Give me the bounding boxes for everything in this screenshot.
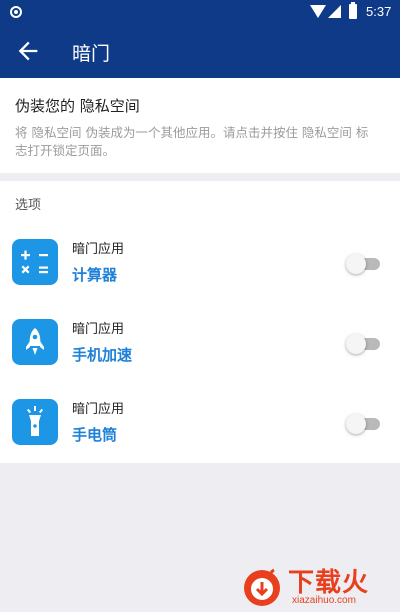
app-bar: 暗门	[0, 24, 400, 78]
option-row-booster[interactable]: 暗门应用 手机加速	[0, 309, 400, 381]
battery-icon	[349, 2, 357, 19]
calculator-icon	[12, 239, 58, 285]
notification-icon	[10, 6, 22, 18]
signal-icon	[328, 5, 341, 18]
flame-logo-icon	[244, 568, 280, 606]
arrow-left-icon	[18, 41, 38, 61]
page-title: 暗门	[72, 43, 111, 65]
watermark-url: xiazaihuo.com	[292, 595, 356, 606]
option-row-flashlight[interactable]: 暗门应用 手电筒	[0, 389, 400, 461]
back-button[interactable]	[14, 37, 42, 65]
option-app-name: 手电筒	[72, 426, 118, 444]
watermark: 下载火 xiazaihuo.com	[236, 560, 400, 612]
option-row-calculator[interactable]: 暗门应用 计算器	[0, 229, 400, 301]
option-label: 暗门应用	[72, 402, 125, 417]
disguise-description: 将 隐私空间 伪装成为一个其他应用。请点击并按住 隐私空间 标志打开锁定页面。	[15, 125, 369, 158]
disguise-card: 伪装您的 隐私空间 将 隐私空间 伪装成为一个其他应用。请点击并按住 隐私空间 …	[0, 78, 400, 173]
option-label: 暗门应用	[72, 242, 125, 257]
status-time: 5:37	[366, 4, 392, 19]
rocket-icon	[12, 319, 58, 365]
option-app-name: 手机加速	[72, 346, 133, 364]
option-app-name: 计算器	[72, 266, 118, 284]
toggle-switch[interactable]	[346, 414, 380, 434]
status-bar: 5:37	[0, 0, 400, 24]
toggle-switch[interactable]	[346, 334, 380, 354]
section-label: 选项	[15, 198, 42, 213]
wifi-icon	[310, 5, 326, 18]
disguise-title: 伪装您的 隐私空间	[15, 97, 140, 115]
option-label: 暗门应用	[72, 322, 125, 337]
flashlight-icon	[12, 399, 58, 445]
watermark-name: 下载火	[288, 568, 370, 598]
options-card: 选项 暗门应用 计算器 暗门应用 手机加速 暗门应用 手电筒	[0, 181, 400, 463]
toggle-switch[interactable]	[346, 254, 380, 274]
